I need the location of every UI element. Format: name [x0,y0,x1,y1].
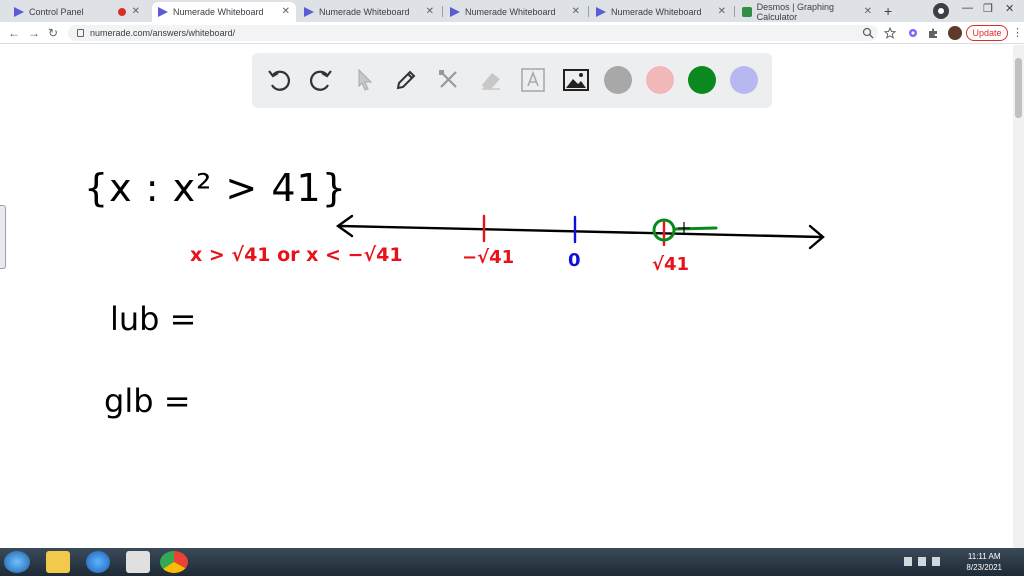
lub-label: lub = [110,300,197,338]
file-explorer-icon[interactable] [46,551,70,573]
tick-label-zero: 0 [568,250,581,271]
tray-network-icon[interactable] [918,557,926,566]
clock-time: 11:11 AM [967,552,1001,561]
internet-explorer-icon[interactable] [86,551,110,573]
tray-flag-icon[interactable] [904,557,912,566]
number-line [335,214,825,250]
set-expression: {x : x² > 41} [84,166,347,210]
chrome-icon[interactable] [160,551,188,573]
clock-date: 8/23/2021 [966,563,1002,572]
tick-label-neg-root41: −√41 [462,247,515,268]
condition-text: x > √41 or x < −√41 [190,244,403,266]
system-clock[interactable]: 11:11 AM 8/23/2021 [966,551,1002,573]
glb-label: glb = [104,382,191,420]
cursor-crosshair-icon [678,222,690,234]
media-player-icon[interactable] [126,551,150,573]
tray-volume-icon[interactable] [932,557,940,566]
start-button[interactable] [4,551,30,573]
tick-label-root41: √41 [652,254,690,275]
handwriting-layer [335,214,825,250]
windows-taskbar: 11:11 AM 8/23/2021 [0,548,1024,576]
